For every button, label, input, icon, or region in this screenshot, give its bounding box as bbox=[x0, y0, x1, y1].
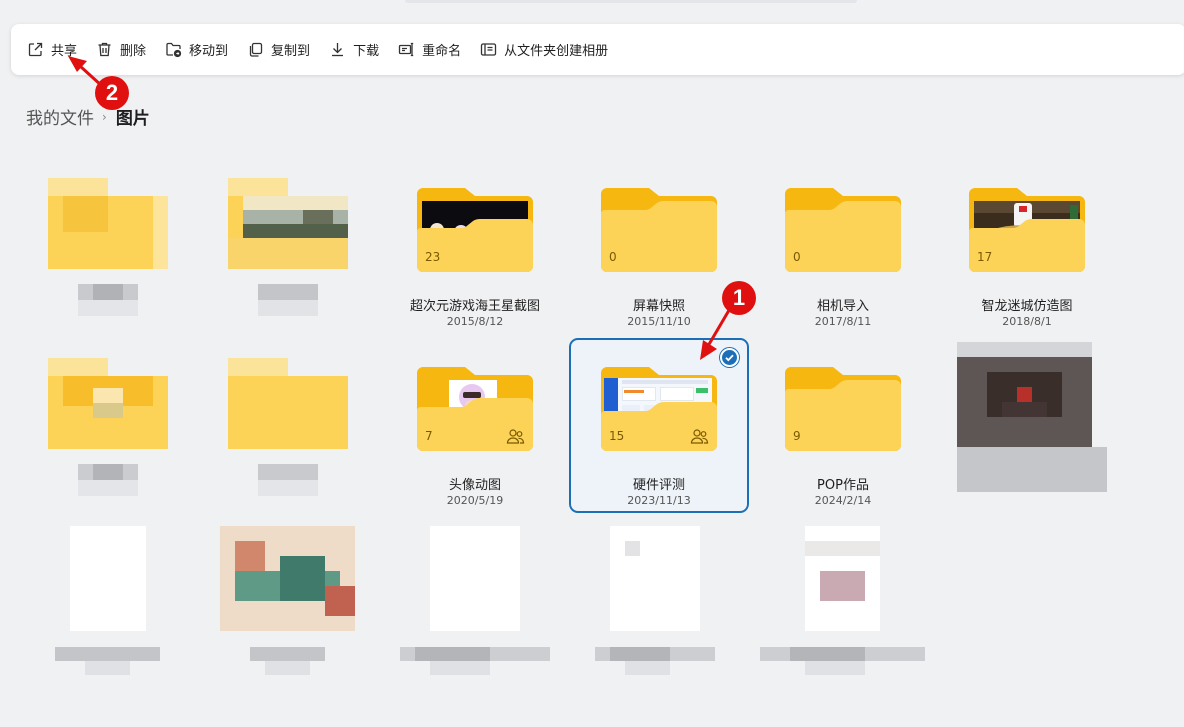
blurred-name bbox=[78, 284, 138, 316]
share-button[interactable]: 共享 bbox=[27, 34, 77, 66]
item-count: 0 bbox=[609, 250, 617, 264]
folder-name: 智龙迷城仿造图 bbox=[981, 299, 1073, 314]
folder-name: 相机导入 bbox=[816, 299, 869, 314]
blurred-name bbox=[78, 464, 138, 496]
shared-people-icon bbox=[690, 429, 709, 444]
copy-to-label: 复制到 bbox=[271, 44, 311, 59]
rename-label: 重命名 bbox=[422, 44, 462, 59]
download-label: 下载 bbox=[353, 44, 380, 59]
blurred-image-thumbnail[interactable] bbox=[957, 342, 1107, 492]
folder-tile[interactable]: 0 屏幕快照 2015/11/10 bbox=[569, 176, 749, 351]
album-icon bbox=[480, 43, 497, 56]
folder-name: 硬件评测 bbox=[632, 478, 685, 493]
folder-tile[interactable]: 17 智龙迷城仿造图 2018/8/1 bbox=[937, 176, 1117, 351]
create-album-label: 从文件夹创建相册 bbox=[504, 44, 609, 59]
folder-icon: 9 bbox=[785, 367, 901, 451]
folder-icon: 7 bbox=[417, 367, 533, 451]
folder-name: 头像动图 bbox=[448, 478, 501, 493]
breadcrumb-separator: › bbox=[102, 109, 107, 124]
callout-badge-2: 2 bbox=[95, 76, 129, 110]
trash-icon bbox=[98, 42, 111, 57]
item-count: 0 bbox=[793, 250, 801, 264]
blurred-name bbox=[250, 647, 325, 675]
move-to-button[interactable]: 移动到 bbox=[165, 34, 228, 66]
download-icon bbox=[332, 43, 344, 57]
folder-date: 2015/11/10 bbox=[627, 315, 691, 328]
folder-date: 2018/8/1 bbox=[1002, 315, 1052, 328]
blurred-image-thumbnail[interactable] bbox=[805, 526, 880, 631]
copy-to-button[interactable]: 复制到 bbox=[247, 34, 310, 66]
share-label: 共享 bbox=[51, 44, 78, 59]
folder-name: 超次元游戏海王星截图 bbox=[409, 299, 540, 314]
blurred-name bbox=[258, 284, 318, 316]
rename-icon bbox=[398, 42, 414, 57]
folder-icon: 15 bbox=[601, 367, 717, 451]
create-album-button[interactable]: 从文件夹创建相册 bbox=[480, 34, 608, 66]
folder-name: POP作品 bbox=[817, 478, 869, 493]
folder-date: 2017/8/11 bbox=[814, 315, 872, 328]
blurred-name bbox=[55, 647, 160, 675]
folder-icon: 17 bbox=[969, 188, 1085, 272]
folder-icon: 23 bbox=[417, 188, 533, 272]
blurred-folder-thumbnail[interactable] bbox=[228, 178, 348, 269]
folder-date: 2023/11/13 bbox=[627, 494, 691, 507]
command-bar: 共享 删除 移动到 复制到 下载 重命名 从文件夹创建相册 bbox=[11, 24, 1184, 75]
folder-icon: 0 bbox=[601, 188, 717, 272]
folder-date: 2024/2/14 bbox=[814, 494, 872, 507]
blurred-image-thumbnail[interactable] bbox=[610, 526, 700, 631]
folder-tile[interactable]: 23 超次元游戏海王星截图 2015/8/12 bbox=[385, 176, 565, 351]
top-scroll-edge bbox=[405, 0, 857, 3]
breadcrumb-current: 图片 bbox=[115, 109, 150, 129]
breadcrumb-root[interactable]: 我的文件 bbox=[26, 104, 94, 129]
download-button[interactable]: 下载 bbox=[329, 34, 379, 66]
copy-icon bbox=[249, 42, 263, 57]
breadcrumb: 我的文件 › 图片 bbox=[26, 104, 150, 129]
shared-people-icon bbox=[506, 429, 525, 444]
blurred-name bbox=[760, 647, 925, 675]
item-count: 15 bbox=[609, 429, 625, 443]
blurred-folder-thumbnail[interactable] bbox=[48, 358, 168, 449]
rename-button[interactable]: 重命名 bbox=[398, 34, 461, 66]
callout-badge-1: 1 bbox=[722, 281, 756, 315]
folder-date: 2015/8/12 bbox=[446, 315, 504, 328]
folder-icon: 0 bbox=[785, 188, 901, 272]
folder-tile[interactable]: 0 相机导入 2017/8/11 bbox=[753, 176, 933, 351]
item-count: 9 bbox=[793, 429, 801, 443]
blurred-image-thumbnail[interactable] bbox=[220, 526, 355, 631]
folder-tile[interactable]: 15 硬件评测 2023/11/13 bbox=[569, 355, 749, 530]
folder-date: 2020/5/19 bbox=[446, 494, 504, 507]
blurred-image-thumbnail[interactable] bbox=[70, 526, 146, 631]
share-icon bbox=[28, 42, 43, 57]
move-folder-icon bbox=[166, 42, 182, 58]
blurred-name bbox=[595, 647, 715, 675]
folder-tile[interactable]: 7 头像动图 2020/5/19 bbox=[385, 355, 565, 530]
blurred-name bbox=[400, 647, 550, 675]
blurred-image-thumbnail[interactable] bbox=[430, 526, 520, 631]
item-count: 23 bbox=[425, 250, 441, 264]
folder-tile[interactable]: 9 POP作品 2024/2/14 bbox=[753, 355, 933, 530]
item-count: 17 bbox=[977, 250, 993, 264]
move-to-label: 移动到 bbox=[189, 44, 229, 59]
blurred-folder-thumbnail[interactable] bbox=[228, 358, 348, 449]
item-count: 7 bbox=[425, 429, 433, 443]
delete-label: 删除 bbox=[120, 44, 147, 59]
blurred-folder-thumbnail[interactable] bbox=[48, 178, 168, 269]
delete-button[interactable]: 删除 bbox=[96, 34, 146, 66]
blurred-name bbox=[258, 464, 318, 496]
